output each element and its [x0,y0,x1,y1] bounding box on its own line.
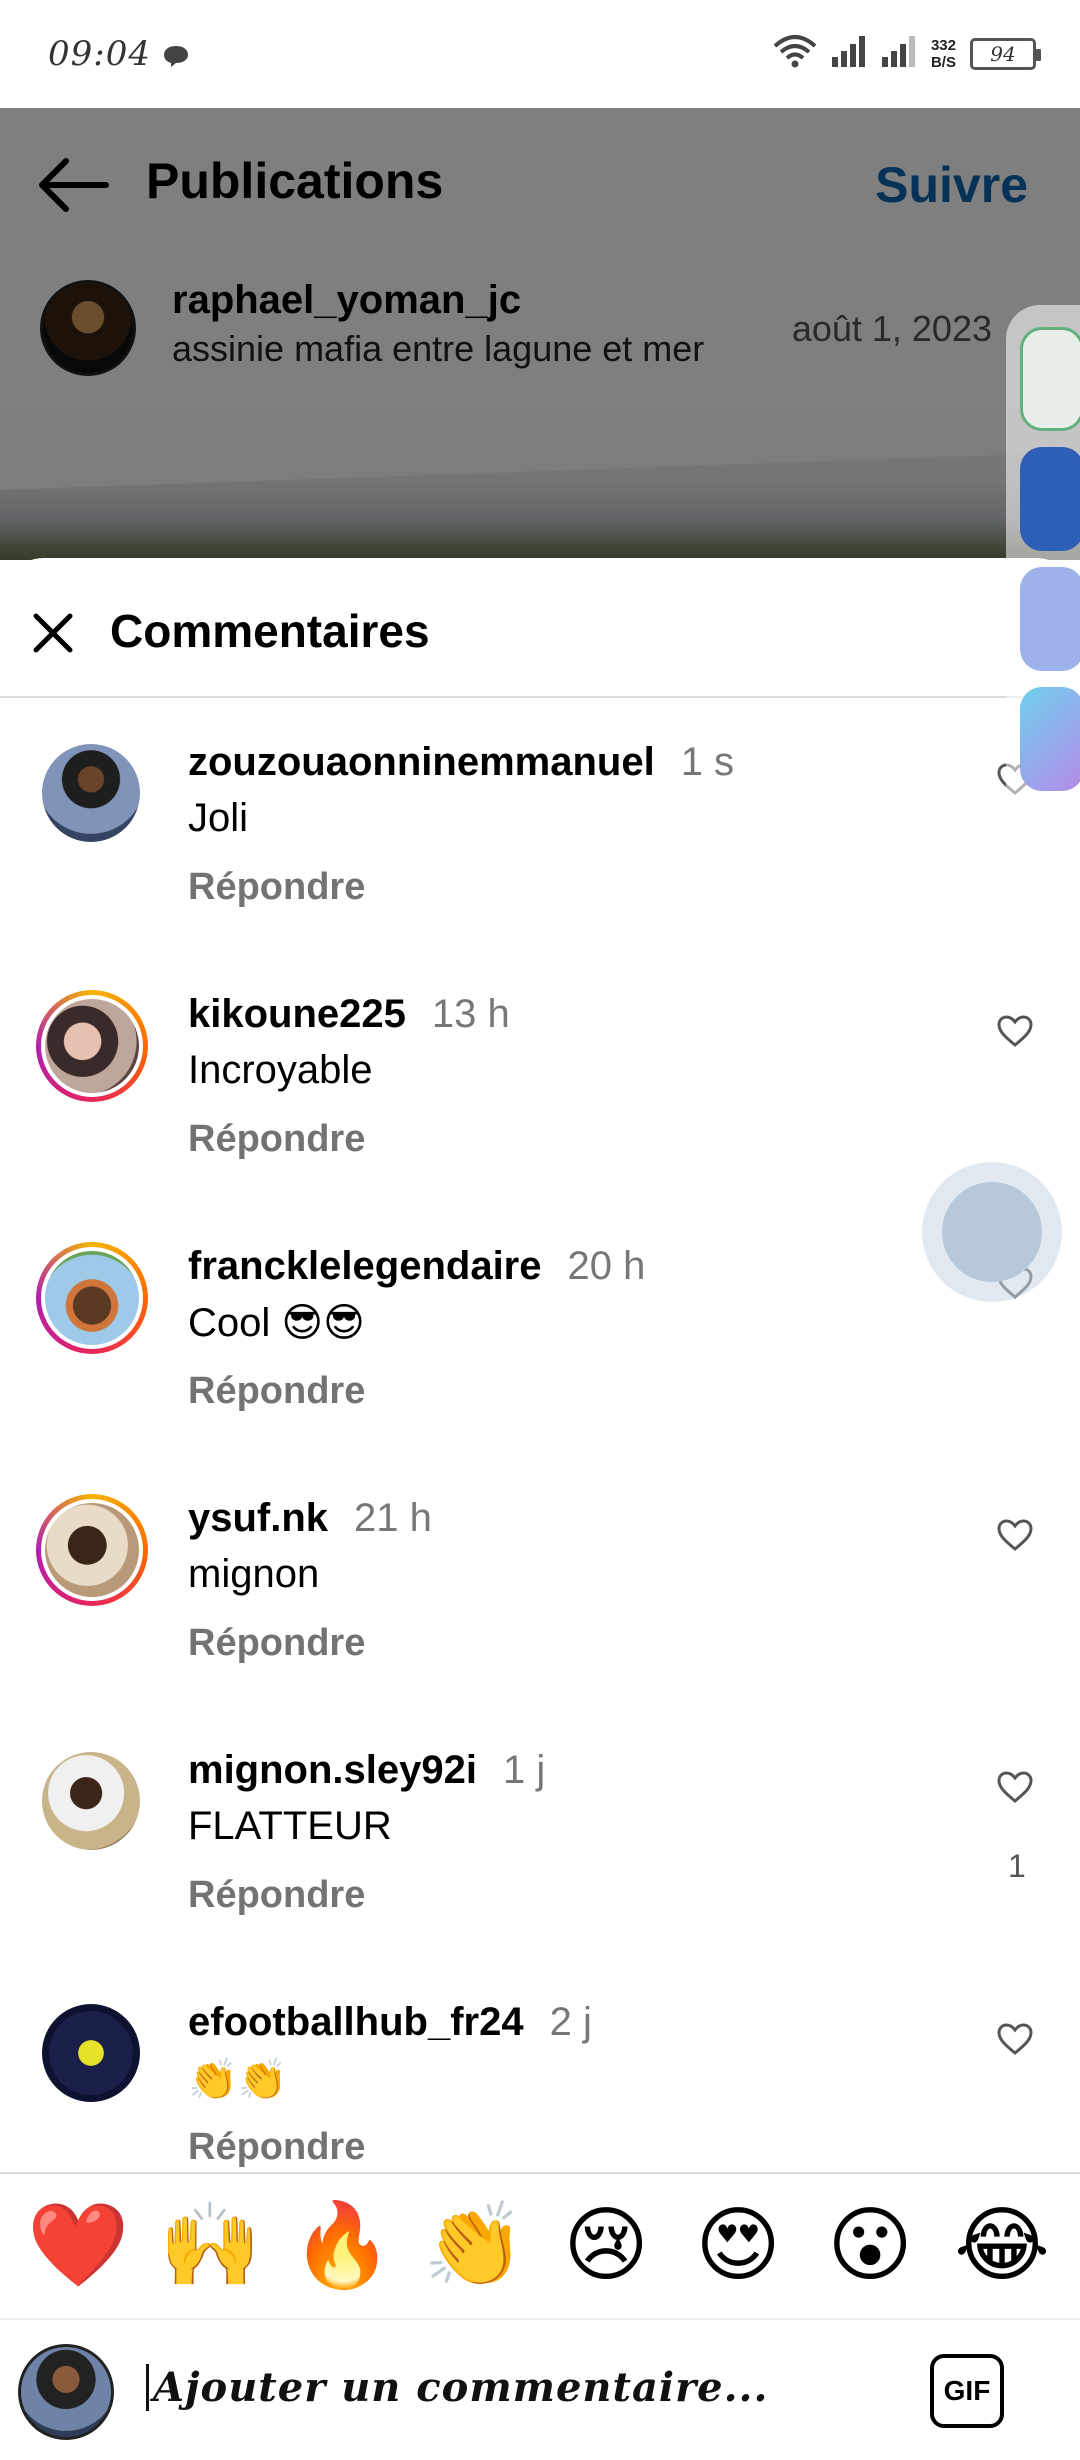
commenter-avatar[interactable] [36,1494,148,1606]
comment-username[interactable]: efootballhub_fr24 2 j [188,2000,592,2045]
reply-button[interactable]: Répondre [188,1622,365,1665]
comment-item: mignon.sley92i 1 j FLATTEUR Répondre 1 [0,1748,1080,1998]
comment-text: Joli [188,796,249,840]
comments-title: Commentaires [110,605,430,657]
network-speed: 332 B/S [930,36,956,71]
emoji-crying[interactable]: 😢 [551,2205,661,2287]
comment-username[interactable]: ysuf.nk 21 h [188,1496,432,1541]
own-avatar [18,2344,114,2440]
comment-time: 21 h [354,1496,432,1540]
commenter-avatar[interactable] [42,1752,140,1850]
reply-button[interactable]: Répondre [188,866,365,909]
comment-compose-bar: Ajouter un commentaire... GIF [0,2318,1080,2460]
status-time: 09:04 [48,34,151,74]
comment-username[interactable]: zouzouaonninemmanuel 1 s [188,740,734,785]
signal-icon-1 [831,35,867,72]
tray-app-contacts-icon[interactable] [1020,447,1080,551]
comment-time: 20 h [567,1244,646,1288]
assistive-touch-button[interactable] [922,1162,1062,1302]
post-page: Publications Suivre raphael_yoman_jc ass… [0,108,1080,560]
emoji-heart[interactable]: ❤️ [23,2205,133,2287]
tray-app-browser-icon[interactable] [1020,687,1080,791]
comment-time: 2 j [549,2000,592,2044]
comment-item: francklelegendaire 20 h Cool 😎😎 Répondre [0,1242,1080,1494]
reply-button[interactable]: Répondre [188,1370,365,1413]
tray-app-translate-icon[interactable] [1020,327,1080,431]
commenter-avatar[interactable] [36,990,148,1102]
close-icon[interactable] [30,610,76,661]
comment-time: 1 j [502,1748,546,1792]
comment-input[interactable]: Ajouter un commentaire... [146,2364,768,2411]
comment-text: 👏👏 [188,2058,288,2102]
like-count: 1 [1008,1848,1026,1884]
floating-app-tray [1006,305,1080,825]
signal-icon-2 [881,35,917,72]
comment-item: kikoune225 13 h Incroyable Répondre [0,990,1080,1242]
commenter-avatar[interactable] [42,744,140,842]
comment-username[interactable]: mignon.sley92i 1 j [188,1748,545,1793]
commenter-avatar[interactable] [36,1242,148,1354]
status-bar: 09:04 332 B/S 94 [0,0,1080,108]
commenter-avatar[interactable] [42,2004,140,2102]
emoji-heart-eyes[interactable]: 😍 [683,2205,793,2287]
emoji-raising-hands[interactable]: 🙌 [155,2205,265,2287]
comment-username[interactable]: francklelegendaire 20 h [188,1244,645,1289]
comments-sheet-header: Commentaires [0,558,1080,698]
reply-button[interactable]: Répondre [188,1874,365,1917]
modal-scrim[interactable] [0,108,1080,560]
emoji-fire[interactable]: 🔥 [287,2205,397,2287]
heart-icon[interactable] [996,2022,1034,2061]
reply-button[interactable]: Répondre [188,2126,365,2169]
heart-icon[interactable] [996,1518,1034,1557]
comment-text: FLATTEUR [188,1804,392,1848]
comment-time: 1 s [680,740,735,784]
chat-notification-icon [162,44,190,73]
comment-text: Incroyable [188,1048,373,1092]
heart-icon[interactable] [996,1770,1034,1809]
battery-level: 94 [990,41,1016,66]
heart-icon[interactable] [996,1014,1034,1053]
emoji-surprised[interactable]: 😮 [815,2205,925,2287]
gif-button[interactable]: GIF [930,2354,1004,2428]
tray-app-screenshot-icon[interactable] [1020,567,1080,671]
comment-item: ysuf.nk 21 h mignon Répondre [0,1494,1080,1746]
wifi-icon [773,34,817,73]
emoji-quick-bar: ❤️ 🙌 🔥 👏 😢 😍 😮 😂 [0,2172,1080,2318]
comment-text: mignon [188,1552,320,1596]
emoji-laughing[interactable]: 😂 [947,2205,1057,2287]
comment-username[interactable]: kikoune225 13 h [188,992,510,1037]
reply-button[interactable]: Répondre [188,1118,365,1161]
emoji-clapping[interactable]: 👏 [419,2205,529,2287]
comment-time: 13 h [431,992,510,1036]
battery-icon: 94 [970,37,1041,70]
comment-text: Cool 😎😎 [188,1301,365,1345]
comment-item: zouzouaonninemmanuel 1 s Joli Répondre [0,740,1080,990]
